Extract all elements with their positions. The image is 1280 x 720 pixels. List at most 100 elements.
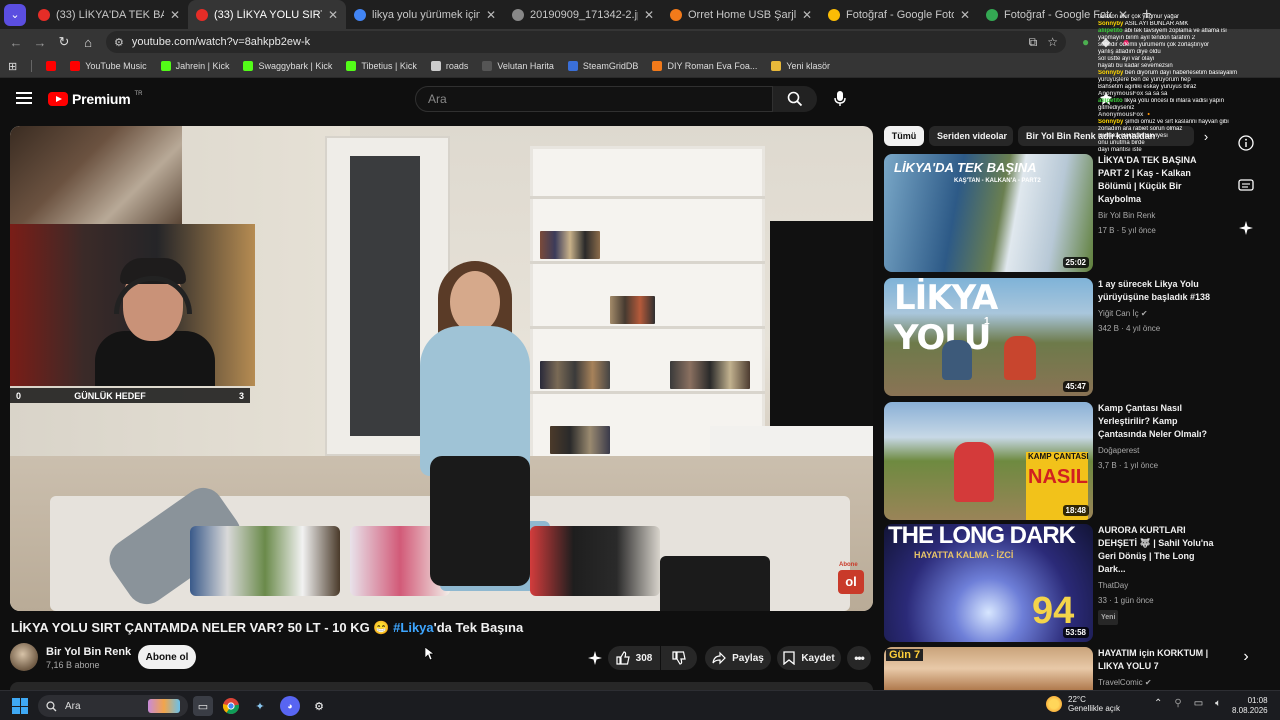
recommendation-item[interactable]: KAMP ÇANTASI NASIL 18:48 Kamp Çantası Na… xyxy=(884,402,1214,522)
share-button[interactable]: Paylaş xyxy=(705,646,771,670)
info-icon[interactable] xyxy=(1236,133,1256,153)
chevron-right-icon[interactable]: › xyxy=(1236,647,1256,667)
video-thumbnail[interactable]: KAMP ÇANTASI NASIL 18:48 xyxy=(884,402,1093,520)
new-tab-button[interactable]: + xyxy=(1136,6,1157,24)
bookmark-item[interactable]: DIY Roman Eva Foa... xyxy=(652,61,757,71)
video-thumbnail[interactable]: THE LONG DARK HAYATTA KALMA - İZCİ 94 53… xyxy=(884,524,1093,642)
bookmark-item[interactable]: Tibetius | Kick xyxy=(346,61,417,71)
recommendation-item[interactable]: THE LONG DARK HAYATTA KALMA - İZCİ 94 53… xyxy=(884,524,1214,644)
recommendation-item[interactable]: LİKYA YOLU 1 45:47 1 ay sürecek Likya Yo… xyxy=(884,278,1214,398)
chip-channel[interactable]: Bir Yol Bin Renk adlı kanaldan xyxy=(1018,126,1194,146)
chevron-right-icon[interactable]: › xyxy=(1196,126,1216,146)
settings-gear-icon[interactable]: ⚙ xyxy=(309,696,329,716)
network-icon[interactable]: ▭ xyxy=(1194,698,1203,709)
close-tab-icon[interactable]: ✕ xyxy=(170,8,180,22)
bookmark-item[interactable]: Yeni klasör xyxy=(771,61,830,71)
like-button[interactable]: 308 xyxy=(608,646,660,670)
extension-icon[interactable]: ◆ xyxy=(1101,35,1110,49)
tab-search-button[interactable]: ⌄ xyxy=(4,3,26,26)
browser-tab[interactable]: Fotoğraf - Google Fotoğraflar ✕ xyxy=(820,0,978,29)
menu-icon[interactable] xyxy=(16,92,32,104)
task-view-icon[interactable]: ▭ xyxy=(193,696,213,716)
browser-tab[interactable]: (33) LİKYA YOLU SIRT ÇANT ✕ xyxy=(188,0,346,29)
usb-icon[interactable]: ⚲ xyxy=(1174,698,1181,709)
bookmark-item[interactable]: Velutan Harita xyxy=(482,61,554,71)
chevron-up-icon[interactable]: ⌃ xyxy=(1154,698,1162,709)
taskbar-search[interactable]: Ara xyxy=(38,695,188,717)
search-button[interactable] xyxy=(773,86,817,112)
browser-tab[interactable]: likya yolu yürümek için hangi e ✕ xyxy=(346,0,504,29)
close-tab-icon[interactable]: ✕ xyxy=(328,8,338,22)
home-button[interactable]: ⌂ xyxy=(76,35,100,50)
recommendation-channel[interactable]: Bir Yol Bin Renk xyxy=(1098,209,1218,222)
bookmark-item[interactable]: SteamGridDB xyxy=(567,61,638,71)
recommendation-title[interactable]: AURORA KURTLARI DEHŞETİ 🐺 | Sahil Yolu'n… xyxy=(1098,524,1218,576)
recommendation-title[interactable]: HAYATIM için KORKTUM | LIKYA YOLU 7 xyxy=(1098,647,1214,673)
app-icon[interactable]: ✦ xyxy=(250,696,270,716)
clock[interactable]: 01:08 8.08.2026 xyxy=(1232,696,1268,716)
create-icon[interactable] xyxy=(1096,89,1116,109)
close-tab-icon[interactable]: ✕ xyxy=(1118,8,1128,22)
search-input[interactable]: Ara xyxy=(415,86,773,112)
channel-avatar[interactable] xyxy=(10,643,38,671)
install-app-icon[interactable]: ⧉ xyxy=(1029,35,1038,50)
bookmark-item[interactable]: YouTube Music xyxy=(70,61,147,71)
discord-icon[interactable]: ◕ xyxy=(280,696,300,716)
scene-books xyxy=(610,296,655,324)
video-hashtag-link[interactable]: #Likya xyxy=(393,620,433,635)
video-player[interactable]: 0 GÜNLÜK HEDEF 3 Abone ol xyxy=(10,126,873,611)
recommendation-channel[interactable]: ThatDay xyxy=(1098,579,1218,592)
ai-sparkle-icon[interactable] xyxy=(585,648,605,668)
bookmark-item[interactable]: roads xyxy=(430,61,468,71)
browser-tab[interactable]: 20190909_171342-2.jpg (2500 ✕ xyxy=(504,0,662,29)
browser-tab[interactable]: (33) LİKYA'DA TEK BAŞINA PAR ✕ xyxy=(30,0,188,29)
recommendation-item[interactable]: LİKYA'DA TEK BAŞINA KAŞ'TAN - KALKAN'A -… xyxy=(884,154,1214,274)
sparkle-icon[interactable] xyxy=(1236,218,1256,238)
reload-button[interactable]: ↻ xyxy=(52,34,76,50)
video-thumbnail[interactable]: Gün 7 xyxy=(884,647,1093,690)
extension-icon[interactable]: ● xyxy=(1082,35,1089,49)
profile-avatar[interactable]: ● xyxy=(1122,35,1129,49)
bookmark-item[interactable]: Jahrein | Kick xyxy=(160,61,229,71)
save-button[interactable]: Kaydet xyxy=(777,646,841,670)
recommendation-title[interactable]: Kamp Çantası Nasıl Yerleştirilir? Kamp Ç… xyxy=(1098,402,1218,441)
description-box[interactable] xyxy=(10,682,873,690)
recommendation-channel[interactable]: Doğaperest xyxy=(1098,444,1218,457)
subscribe-button[interactable]: Abone ol xyxy=(138,645,196,669)
bookmark-star-icon[interactable]: ☆ xyxy=(1047,35,1058,50)
chat-bubble-icon[interactable] xyxy=(1236,176,1256,196)
close-tab-icon[interactable]: ✕ xyxy=(960,8,970,22)
recommendation-channel[interactable]: TravelComic ✔ xyxy=(1098,676,1214,689)
youtube-premium-logo[interactable]: Premium TR xyxy=(48,91,143,107)
browser-tab[interactable]: Orret Home USB Şarjlı Mini El F ✕ xyxy=(662,0,820,29)
chip-series[interactable]: Seriden videolar xyxy=(929,126,1013,146)
video-thumbnail[interactable]: LİKYA YOLU 1 45:47 xyxy=(884,278,1093,396)
voice-search-button[interactable] xyxy=(828,86,852,112)
video-thumbnail[interactable]: LİKYA'DA TEK BAŞINA KAŞ'TAN - KALKAN'A -… xyxy=(884,154,1093,272)
apps-grid-icon[interactable]: ⊞ xyxy=(8,60,17,73)
volume-icon[interactable]: 🔈︎ xyxy=(1215,698,1221,709)
weather-widget[interactable]: 22°C Genellikle açık xyxy=(1046,695,1120,713)
recommendation-channel[interactable]: Yiğit Can İç ✔ xyxy=(1098,307,1218,320)
site-info-icon[interactable]: ⚙ xyxy=(114,36,124,49)
save-label: Kaydet xyxy=(801,652,835,664)
recommendation-title[interactable]: 1 ay sürecek Likya Yolu yürüyüşüne başla… xyxy=(1098,278,1218,304)
windows-start-icon[interactable] xyxy=(12,698,28,714)
channel-name[interactable]: Bir Yol Bin Renk xyxy=(46,646,131,658)
subscribe-watermark[interactable]: ol xyxy=(838,570,864,594)
bookmark-item[interactable]: Swaggybark | Kick xyxy=(243,61,332,71)
bookmark-youtube-icon[interactable] xyxy=(46,61,57,71)
chip-all[interactable]: Tümü xyxy=(884,126,924,146)
forward-button[interactable]: → xyxy=(28,35,52,50)
recommendation-title[interactable]: LİKYA'DA TEK BAŞINA PART 2 | Kaş - Kalka… xyxy=(1098,154,1218,206)
recommendation-item[interactable]: Gün 7 HAYATIM için KORKTUM | LIKYA YOLU … xyxy=(884,647,1214,690)
close-tab-icon[interactable]: ✕ xyxy=(802,8,812,22)
dislike-button[interactable] xyxy=(661,646,697,670)
chrome-icon[interactable] xyxy=(221,696,241,716)
close-tab-icon[interactable]: ✕ xyxy=(486,8,496,22)
back-button[interactable]: ← xyxy=(4,35,28,50)
close-tab-icon[interactable]: ✕ xyxy=(644,8,654,22)
address-bar[interactable]: ⚙ youtube.com/watch?v=8ahkpb2ew-k ⧉ ☆ xyxy=(106,31,1066,53)
browser-tab[interactable]: Fotoğraf - Google Fotoğraflar ✕ xyxy=(978,0,1136,29)
more-actions-button[interactable]: ••• xyxy=(847,646,871,670)
